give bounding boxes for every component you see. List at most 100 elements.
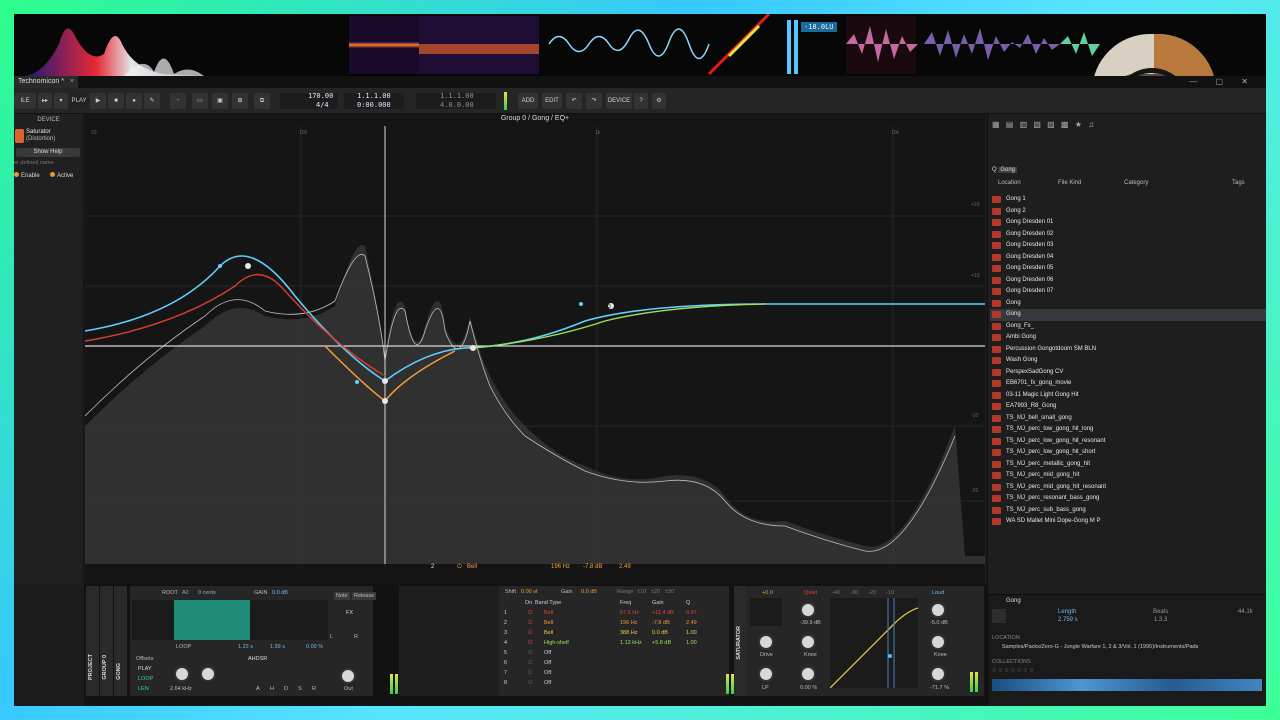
band-power-icon[interactable]: ⏻ [528, 628, 532, 638]
file-list-item[interactable]: TS_MJ_perc_metallic_gong_hit [990, 459, 1266, 471]
arrange-icon[interactable]: ⧉ [254, 93, 270, 109]
eq-band-node[interactable] [245, 263, 251, 269]
file-list-item[interactable]: Gong Dresden 01 [990, 217, 1266, 229]
eq-band-node[interactable] [470, 345, 476, 351]
loud-knob[interactable] [930, 602, 946, 618]
settings-icon[interactable]: ⚙ [652, 93, 666, 109]
stop-icon[interactable]: ■ [108, 93, 124, 109]
band-row[interactable]: ⏻ 8 Off [502, 678, 702, 688]
file-list-item[interactable]: TS_MJ_perc_mid_gong_hit [990, 470, 1266, 482]
file-list-item[interactable]: 03-11 Magic Light Gong Hit [990, 390, 1266, 402]
eq-band-node[interactable] [382, 398, 388, 404]
band-power-icon[interactable]: ⏻ [528, 658, 532, 668]
len-mode[interactable]: LEN [138, 686, 149, 692]
band-freq[interactable]: 1.13 kHz [620, 638, 642, 648]
file-button[interactable]: ILE [14, 93, 36, 109]
tab-project[interactable]: Technomicon * × [14, 76, 79, 88]
loud-value[interactable]: -5.0 dB [930, 620, 948, 626]
band-q[interactable]: 1.00 [686, 638, 697, 648]
band-gain[interactable]: +11.4 dB [652, 608, 674, 618]
cents-value[interactable]: 0 cents [198, 590, 216, 596]
eq-handle[interactable] [579, 302, 583, 306]
loop-percent[interactable]: 0.00 % [306, 644, 323, 650]
browser-category-icons[interactable]: ▦ ▤ ▥ ▧ ▨ ▩ ★ ♫ [992, 120, 1096, 129]
shift-value[interactable]: 0.00 st [521, 589, 538, 595]
eq-display[interactable]: 20 100 1k 10k +20 +10 -10 -20 2 3 [85, 126, 985, 564]
knee2-knob[interactable] [930, 634, 946, 650]
file-list-item[interactable]: TS_MJ_perc_low_gong_hit_resonant [990, 436, 1266, 448]
undo-icon[interactable]: ↶ [566, 93, 582, 109]
user-name-field[interactable]: er defined name [14, 160, 54, 166]
file-list-item[interactable]: Gong Dresden 05 [990, 263, 1266, 275]
loop-length[interactable]: 4.0.0.00 [440, 101, 474, 109]
band-power-icon[interactable]: ⏻ [528, 638, 532, 648]
position-bars[interactable]: 1.1.1.00 [357, 92, 391, 100]
filter-file-kind[interactable]: File Kind [1058, 180, 1081, 186]
file-list-item[interactable]: Gong Dresden 02 [990, 229, 1266, 241]
automation-icon[interactable]: ✎ [144, 93, 160, 109]
output-knob[interactable] [930, 666, 946, 682]
band-power-icon[interactable]: ⏻ [528, 648, 532, 658]
knee-knob[interactable] [800, 634, 816, 650]
range-20[interactable]: ±20 [651, 589, 660, 595]
close-tab-icon[interactable]: × [70, 78, 74, 85]
eq-handle[interactable] [355, 380, 359, 384]
band-row[interactable]: ⏻ 7 Off [502, 668, 702, 678]
band-gain[interactable]: -7.8 dB [652, 618, 670, 628]
play-mode[interactable]: PLAY [138, 666, 152, 672]
overdub-icon[interactable]: + [170, 93, 186, 109]
gain-value[interactable]: 0.0 dB [581, 589, 597, 595]
band-type[interactable]: Bell [544, 608, 553, 618]
input-value[interactable]: +0.0 [762, 590, 773, 596]
band-q[interactable]: 2.49 [686, 618, 697, 628]
help-icon[interactable]: ? [634, 93, 648, 109]
root-value[interactable]: A2 [182, 590, 189, 596]
add-button[interactable]: ADD [518, 93, 538, 109]
file-list-item[interactable]: Ambi Gong [990, 332, 1266, 344]
file-list-item[interactable]: TS_MJ_perc_resonant_bass_gong [990, 493, 1266, 505]
preview-play-icon[interactable] [992, 609, 1006, 623]
add-track-icon[interactable]: ⊞ [232, 93, 248, 109]
search-input[interactable]: Q Gong [992, 167, 1262, 177]
eq-handle[interactable] [218, 264, 222, 268]
window-controls[interactable]: — ▢ ✕ [1189, 77, 1256, 86]
band-q[interactable]: 0.97 [686, 608, 697, 618]
file-list-item[interactable]: Gong Dresden 07 [990, 286, 1266, 298]
band-type[interactable]: Off [544, 668, 551, 678]
file-list-item[interactable]: Gong Dresden 03 [990, 240, 1266, 252]
band-row[interactable]: ⏻ 1 Bell 67.6 Hz +11.4 dB 0.97 [502, 608, 702, 618]
file-list-item[interactable]: Gong 2 [990, 206, 1266, 218]
loop-start[interactable]: 1.1.1.00 [440, 92, 474, 100]
lp-knob[interactable] [758, 666, 774, 682]
status-freq[interactable]: 196 Hz [551, 564, 570, 570]
band-q[interactable]: 1.00 [686, 628, 697, 638]
file-list-item[interactable]: TS_MJ_perc_low_gong_hit_short [990, 447, 1266, 459]
clip-icon[interactable]: ▭ [192, 93, 208, 109]
fx-grid[interactable] [399, 586, 499, 696]
tempo-value[interactable]: 170.00 [308, 92, 333, 100]
file-list-item[interactable]: EA7993_R8_Gong [990, 401, 1266, 413]
band-type[interactable]: Off [544, 648, 551, 658]
file-list-item[interactable]: TS_MJ_bell_small_gong [990, 413, 1266, 425]
file-list-item[interactable]: Gong 1 [990, 194, 1266, 206]
band-freq[interactable]: 67.6 Hz [620, 608, 639, 618]
play-icon[interactable]: ▶ [90, 93, 106, 109]
quiet-knob[interactable] [800, 602, 816, 618]
file-list-item[interactable]: WA SD Mallet Mini Dope-Gong M P [990, 516, 1266, 528]
file-list-item[interactable]: Gong [990, 298, 1266, 310]
preview-waveform[interactable] [992, 679, 1262, 691]
band-power-icon[interactable]: ⏻ [528, 618, 532, 628]
band-gain[interactable]: 0.0 dB [652, 628, 668, 638]
band-type[interactable]: Off [544, 678, 551, 688]
out-percent-2[interactable]: -71.7 % [930, 685, 949, 691]
band-gain[interactable]: +5.8 dB [652, 638, 671, 648]
band-row[interactable]: ⏻ 5 Off [502, 648, 702, 658]
fx-label[interactable]: FX [346, 610, 353, 616]
resonance-knob[interactable] [200, 666, 216, 682]
group-tab[interactable]: GROUP 0 [100, 586, 113, 696]
project-tab[interactable]: PROJECT [86, 586, 99, 696]
band-freq[interactable]: 196 Hz [620, 618, 637, 628]
device-entry[interactable]: Saturator (Distortion) [14, 128, 84, 146]
transfer-curve[interactable] [829, 598, 919, 689]
filter-category[interactable]: Category [1124, 180, 1148, 186]
